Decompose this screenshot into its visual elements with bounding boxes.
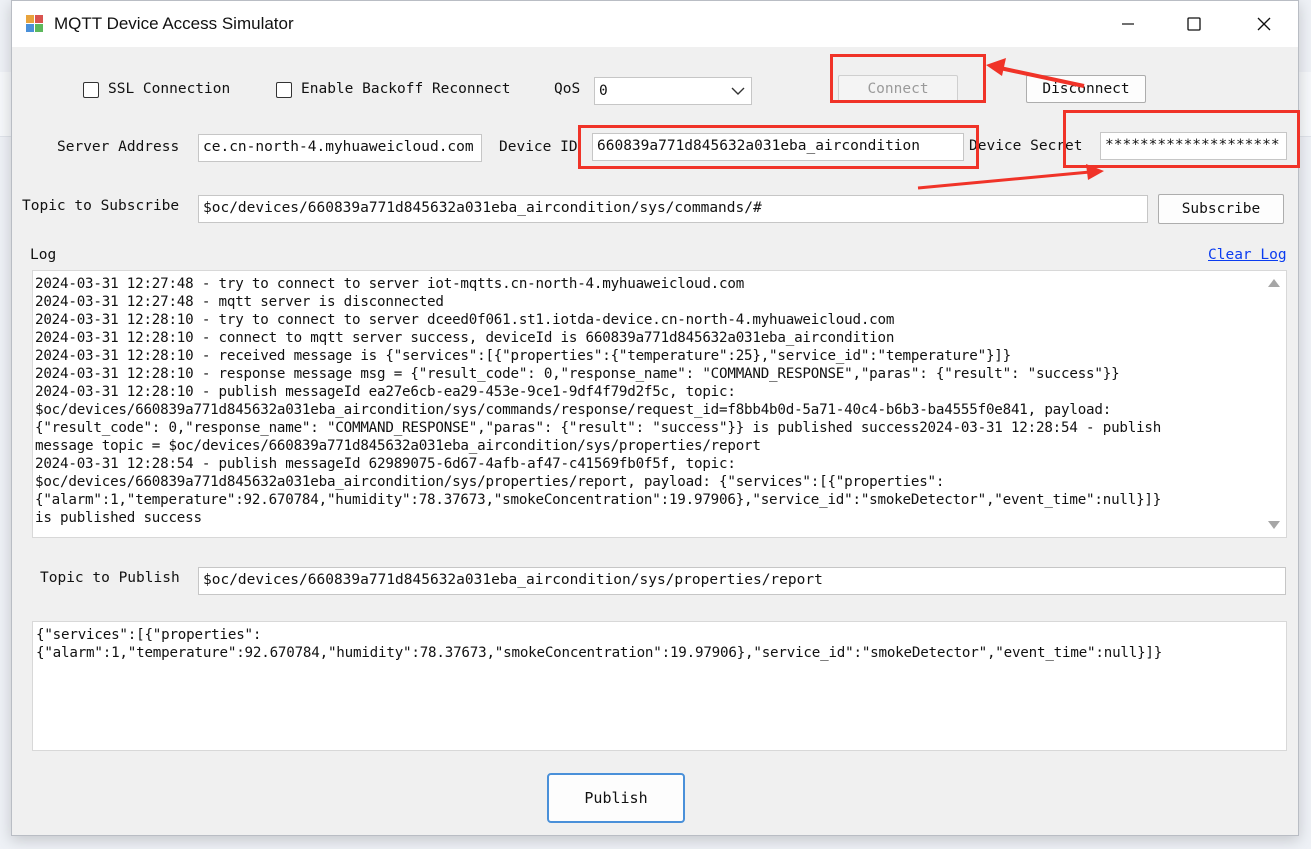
- log-content: 2024-03-31 12:27:48 - try to connect to …: [35, 276, 1162, 526]
- connect-highlight-box: [830, 54, 986, 103]
- publish-payload-textarea[interactable]: {"services":[{"properties": {"alarm":1,"…: [32, 621, 1287, 751]
- subscribe-topic-input[interactable]: $oc/devices/660839a771d845632a031eba_air…: [198, 195, 1148, 223]
- subscribe-button[interactable]: Subscribe: [1158, 194, 1284, 224]
- close-button[interactable]: [1241, 1, 1287, 47]
- scroll-up-icon[interactable]: [1268, 279, 1280, 287]
- title-bar: MQTT Device Access Simulator: [12, 1, 1298, 47]
- backoff-reconnect-checkbox[interactable]: [276, 82, 292, 98]
- clear-log-link[interactable]: Clear Log: [1208, 247, 1287, 263]
- minimize-icon: [1122, 23, 1134, 25]
- qos-label: QoS: [554, 81, 581, 97]
- app-window-icon: [26, 15, 44, 33]
- scroll-down-icon[interactable]: [1268, 521, 1280, 529]
- ssl-connection-label: SSL Connection: [108, 81, 231, 97]
- publish-payload-content: {"services":[{"properties": {"alarm":1,"…: [36, 627, 1163, 661]
- close-icon: [1257, 17, 1271, 31]
- maximize-icon: [1187, 17, 1201, 31]
- server-address-label: Server Address: [57, 139, 180, 155]
- minimize-button[interactable]: [1105, 1, 1151, 47]
- log-label: Log: [30, 247, 57, 263]
- window-title: MQTT Device Access Simulator: [54, 14, 294, 33]
- maximize-button[interactable]: [1171, 1, 1217, 47]
- qos-select[interactable]: 0: [594, 77, 752, 105]
- ssl-connection-checkbox[interactable]: [83, 82, 99, 98]
- log-textarea[interactable]: 2024-03-31 12:27:48 - try to connect to …: [32, 270, 1287, 538]
- disconnect-button[interactable]: Disconnect: [1026, 75, 1146, 103]
- publish-button[interactable]: Publish: [547, 773, 685, 823]
- device-id-label: Device ID: [499, 139, 578, 155]
- server-address-input[interactable]: ce.cn-north-4.myhuaweicloud.com: [198, 134, 482, 162]
- publish-topic-input[interactable]: $oc/devices/660839a771d845632a031eba_air…: [198, 567, 1286, 595]
- chevron-down-icon: [731, 87, 745, 95]
- backoff-reconnect-label: Enable Backoff Reconnect: [301, 81, 511, 97]
- device-id-highlight-box: [578, 125, 979, 169]
- publish-topic-label: Topic to Publish: [40, 570, 180, 586]
- qos-selected-value: 0: [599, 83, 608, 99]
- subscribe-topic-label: Topic to Subscribe: [22, 198, 180, 214]
- device-secret-highlight-box: [1063, 110, 1300, 168]
